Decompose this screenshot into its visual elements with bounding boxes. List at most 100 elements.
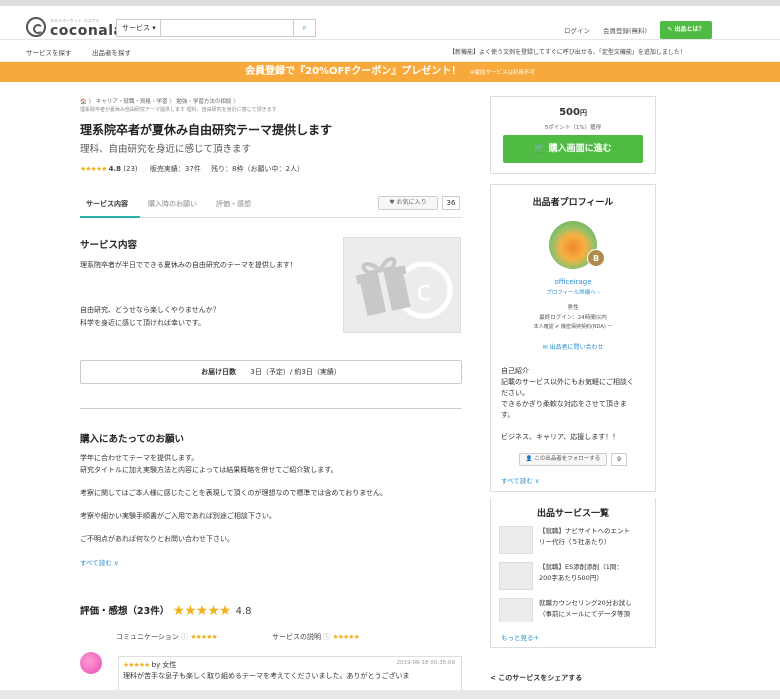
- seller-profile-card: 出品者プロフィール B officeirage プロフィール詳細へ › 男性 最…: [490, 184, 656, 492]
- breadcrumb[interactable]: 🏠 〉 キャリア・就職・資格・学習 〉 勉強・学習方法の相談 〉: [80, 97, 239, 105]
- request-line: 研究タイトルに加え実験方法と内容によっては結果概略を併せてご紹介致します。: [80, 466, 338, 474]
- bio-line: できるかぎり柔軟な対応をさせて頂きま: [501, 400, 627, 408]
- promo-banner[interactable]: 会員登録で『20%OFFクーポン』プレゼント！ ※電話サービスは利用不可: [0, 62, 780, 82]
- breadcrumb-current: 理系院卒者が夏休み自由研究テーマ提供します 理科、自由研究を身近に感じて頂きます: [80, 107, 277, 113]
- bio-line: ださい。: [501, 389, 529, 397]
- reviews-title: 評価・感想（23件）: [80, 606, 170, 617]
- service-item-title: 【就職】ES添削添削（1問：: [539, 563, 623, 571]
- section-divider: [80, 408, 462, 409]
- seller-gender: 男性: [567, 305, 579, 311]
- seller-service-item[interactable]: 【就職】ナビサイトへのエント リー代行（５社あたり）: [499, 524, 649, 558]
- purchase-button[interactable]: 🛒 購入画面に進む: [503, 135, 643, 163]
- review-text: 理科が苦手な息子も楽しく取り組めるテーマを考えてくださいました。ありがとうござい…: [123, 672, 410, 680]
- service-thumbnail: [499, 526, 533, 554]
- page-subtitle: 理科、自由研究を身近に感じて頂きます: [80, 144, 252, 155]
- follower-count: 9: [611, 453, 627, 466]
- seller-service-item[interactable]: 【就職】ES添削添削（1問： 200字あたり500円）: [499, 560, 649, 594]
- service-item-title: リー代行（５社あたり）: [539, 538, 611, 546]
- purchase-card: 500円 5ポイント（1%）獲得 🛒 購入画面に進む: [490, 96, 656, 174]
- service-description: 科学を身近に感じて頂ければ幸いです。: [80, 319, 206, 327]
- reviews-heading: 評価・感想（23件） ★★★★★ 4.8: [80, 603, 252, 619]
- search-button[interactable]: ⌕: [293, 20, 315, 36]
- search-input[interactable]: [162, 20, 292, 36]
- seller-bio: 自己紹介 記載のサービス以外にもお気軽にご相談く ださい。 できるかぎり柔軟な対…: [501, 366, 634, 443]
- favorite-button[interactable]: ♥ お気に入り: [378, 196, 438, 210]
- request-line: 考察や細かい実験手順書がご入用であれば別途ご相談下さい。: [80, 512, 276, 520]
- rating-count: (23): [123, 165, 138, 173]
- rating-summary: ★★★★★ 4.8 (23) 販売実績：37件 残り：8枠（お願い中：2人）: [80, 164, 304, 174]
- seller-service-item[interactable]: 就職カウンセリング20分お試し （事前にメールにてデータ等頂: [499, 596, 649, 622]
- last-login: 最終ログイン：24時間以内: [539, 315, 607, 321]
- more-services-link[interactable]: もっと見る＋: [501, 632, 540, 642]
- price-unit: 円: [579, 109, 587, 117]
- search-category-select[interactable]: サービス ▾: [117, 20, 161, 36]
- delivery-value: 3日（予定）/ 約3日（実績）: [250, 368, 341, 376]
- review-author: by 女性: [151, 661, 177, 669]
- bio-read-more-link[interactable]: すべて読む ∨: [501, 475, 540, 485]
- request-line: 考察に関してはご本人様に感じたことを表現して頂くのが理想なので標準では含めており…: [80, 489, 388, 497]
- coconala-logo[interactable]: スキルマーケット ココナラ coconala: [26, 17, 123, 39]
- communication-label: コミュニケーション: [116, 633, 179, 641]
- sales-count: 販売実績：37件: [149, 165, 201, 173]
- bio-line: [501, 421, 634, 432]
- top-header: スキルマーケット ココナラ coconala サービス ▾ ⌕ ログイン 会員登…: [0, 0, 780, 40]
- review-item: ★★★★★ by 女性 2019-06-18 00:35:09 理科が苦手な息子…: [118, 656, 462, 692]
- remaining-slots: 残り：8枠（お願い中：2人）: [211, 165, 304, 173]
- svg-text:c: c: [416, 274, 431, 307]
- promo-banner-note: ※電話サービスは利用不可: [469, 70, 535, 76]
- explanation-rating: サービスの説明 ⓘ ★★★★★: [272, 633, 360, 641]
- service-content-heading: サービス内容: [80, 240, 138, 251]
- service-item-title: 就職カウンセリング20分お試し: [539, 599, 632, 607]
- request-line: ご不明点があれば何なりとお問い合わせ下さい。: [80, 535, 234, 543]
- news-notice[interactable]: 【新機能】よく使う文例を登録してすぐに呼び出せる、「定型文機能」を追加しました！: [449, 47, 686, 56]
- service-item-title: 200字あたり500円）: [539, 574, 603, 582]
- points: 5ポイント（1%）獲得: [544, 125, 602, 131]
- page-title: 理系院卒者が夏休み自由研究テーマ提供します: [80, 123, 333, 137]
- tab-purchase-request[interactable]: 購入時のお願い: [148, 199, 197, 209]
- service-thumbnail: [499, 562, 533, 590]
- login-link[interactable]: ログイン: [564, 25, 590, 35]
- rank-badge: B: [587, 249, 605, 267]
- share-service-link[interactable]: < このサービスをシェアする: [490, 673, 582, 683]
- delivery-label: お届け日数: [201, 368, 237, 376]
- search-bar: サービス ▾ ⌕: [116, 19, 316, 37]
- seller-services-heading: 出品サービス一覧: [536, 509, 609, 519]
- seller-name[interactable]: officeirage: [491, 278, 655, 286]
- service-image: c: [343, 237, 461, 333]
- read-more-link[interactable]: すべて読む ∨: [80, 557, 119, 567]
- find-seller-link[interactable]: 出品者を探す: [92, 47, 131, 57]
- profile-detail-link[interactable]: プロフィール詳細へ ›: [491, 288, 655, 296]
- bio-line: ビジネス、キャリア、応援します！！: [501, 433, 620, 441]
- service-thumbnail: [499, 598, 533, 622]
- promo-banner-text: 会員登録で『20%OFFクーポン』プレゼント！: [245, 66, 462, 77]
- reviews-stars-icon: ★★★★★: [172, 603, 232, 619]
- explanation-label: サービスの説明: [272, 633, 321, 641]
- search-icon: ⌕: [301, 23, 308, 33]
- rating-value: 4.8: [108, 165, 122, 173]
- sub-navigation: サービスを探す 出品者を探す 【新機能】よく使う文例を登録してすぐに呼び出せる、…: [0, 40, 780, 62]
- register-link[interactable]: 会員登録(無料): [603, 25, 647, 35]
- seller-services-card: 出品サービス一覧 【就職】ナビサイトへのエント リー代行（５社あたり） 【就職】E…: [490, 498, 656, 648]
- active-tab-indicator: [80, 216, 140, 218]
- bio-line: 記載のサービス以外にもお気軽にご相談く: [501, 378, 634, 386]
- favorite-count: 36: [442, 196, 460, 210]
- delivery-days-box: お届け日数 3日（予定）/ 約3日（実績）: [80, 360, 462, 384]
- service-description: 自由研究、どうせなら楽しくやりませんか？: [80, 306, 220, 314]
- verification-status: 本人確認 ✔ 機密保持契約(NDA) ー: [533, 324, 613, 330]
- contact-seller-link[interactable]: ✉ 出品者に問い合わせ: [491, 342, 655, 351]
- follow-seller-button[interactable]: 👤 この出品者をフォローする: [519, 453, 607, 466]
- browser-bottom-edge: [0, 690, 780, 699]
- communication-rating: コミュニケーション ⓘ ★★★★★: [116, 633, 218, 641]
- logo-text: coconala: [50, 23, 124, 39]
- tab-reviews[interactable]: 評価・感想: [216, 199, 251, 209]
- gift-placeholder-icon: c: [355, 256, 453, 319]
- review-stars-icon: ★★★★★: [123, 661, 150, 669]
- explanation-stars-icon: ★★★★★: [332, 633, 359, 641]
- communication-stars-icon: ★★★★★: [190, 633, 217, 641]
- rating-stars-icon: ★★★★★: [80, 165, 107, 173]
- service-item-title: 【就職】ナビサイトへのエント: [539, 527, 630, 535]
- what-is-selling-button[interactable]: ✎ 出品とは？: [660, 21, 712, 39]
- tab-service-content[interactable]: サービス内容: [86, 199, 128, 209]
- find-service-link[interactable]: サービスを探す: [26, 47, 72, 57]
- price-value: 500: [559, 107, 580, 118]
